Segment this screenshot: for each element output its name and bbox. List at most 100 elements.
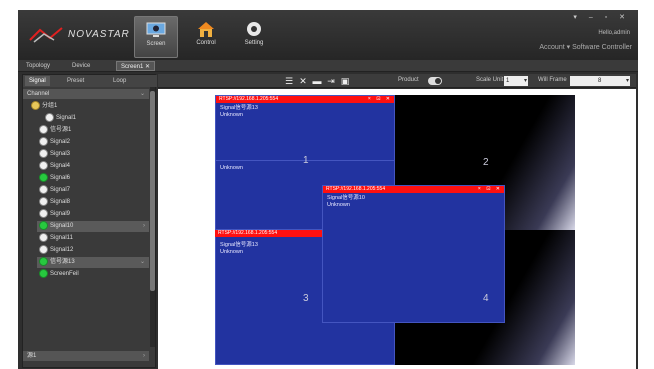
window-title: RTSP://192.168.1.205:554 (219, 96, 279, 102)
list-item[interactable]: 信号源1 (39, 125, 71, 136)
list-item-label: Signal12 (50, 247, 74, 254)
lock-icon[interactable]: ▬ (312, 76, 322, 86)
folder-icon (31, 101, 40, 110)
window-title: RTSP://192.168.1.205:554 (218, 230, 278, 236)
subgroup-label: 分组1 (42, 103, 58, 110)
frame-select[interactable]: 8 ▾ (570, 76, 630, 86)
window-title-bar[interactable]: RTSP://192.168.1.205:554 × ⊡ ✕ (216, 96, 394, 103)
list-item-label: Signal3 (50, 151, 71, 158)
window-info: Signal信号源13 Unknown (216, 103, 394, 121)
tab-close-icon[interactable]: ✕ (145, 64, 150, 70)
chevron-right-icon: › (143, 223, 145, 229)
app-window: NOVASTAR Screen Control Setting ▾ – ▫ ✕ … (18, 10, 638, 369)
nav-setting-button[interactable]: Setting (232, 16, 276, 58)
signal-window-2[interactable]: RTSP://192.168.1.205:554 × ⊡ ✕ Signal信号源… (322, 185, 505, 323)
list-item[interactable]: Signal11 (39, 233, 73, 244)
list-item-label: 信号源1 (50, 127, 72, 134)
scale-value: 1 (506, 78, 510, 84)
image-icon[interactable]: ▣ (340, 76, 350, 86)
list-item-selected[interactable]: 信号源13 ⌄ (37, 257, 149, 268)
source-group-label: 源1 (27, 353, 37, 359)
scrollbar-thumb[interactable] (150, 91, 155, 291)
list-item-label: Signal2 (50, 139, 71, 146)
tab-topology[interactable]: Topology (22, 61, 54, 71)
app-title[interactable]: Account ▾ Software Controller (539, 43, 632, 51)
list-item[interactable]: Signal2 (39, 137, 70, 148)
list-item[interactable]: Signal12 (39, 245, 73, 256)
window-signal-name: Signal信号源13 (220, 105, 258, 111)
chevron-down-icon[interactable]: ⌄ (140, 89, 145, 99)
window-controls[interactable]: × ⊡ ✕ (478, 186, 502, 193)
user-greeting: Hello,admin (598, 30, 630, 36)
tab-device[interactable]: Device (68, 61, 94, 71)
list-item[interactable]: Signal6 (39, 173, 70, 184)
list-item[interactable]: Signal3 (39, 149, 70, 160)
menu-icon[interactable]: ☰ (284, 76, 294, 86)
chevron-right-icon[interactable]: › (143, 351, 145, 361)
window-controls[interactable]: ▾ – ▫ ✕ (573, 13, 630, 21)
subtab-loop[interactable]: Loop (109, 76, 130, 86)
frame-label: Will Frame (538, 77, 567, 83)
gear-icon (247, 22, 261, 36)
list-item-label: ScreenFeil (50, 271, 79, 278)
quad-label-2: 2 (483, 157, 489, 168)
source-group-header[interactable]: 源1 › (23, 351, 149, 361)
list-item-label: Signal10 (50, 223, 74, 230)
monitor-icon (146, 22, 166, 37)
signal-icon (39, 209, 48, 218)
nav-control-label: Control (196, 40, 216, 46)
signal-icon (39, 233, 48, 242)
signal-active-icon (39, 173, 48, 182)
screen-canvas[interactable]: RTSP://192.168.1.205:554 × ⊡ ✕ Signal信号源… (158, 89, 636, 369)
scale-select[interactable]: 1 ▾ (504, 76, 528, 86)
signal-icon (39, 125, 48, 134)
export-icon[interactable]: ⇥ (326, 76, 336, 86)
product-label: Product (398, 77, 419, 83)
chevron-down-icon: ⌄ (139, 259, 145, 265)
list-item[interactable]: Signal8 (39, 197, 70, 208)
list-item-selected[interactable]: Signal10 › (37, 221, 149, 232)
window-status: Unknown (220, 112, 243, 118)
signal-icon (45, 113, 54, 122)
product-toggle[interactable] (428, 77, 442, 85)
led-screen[interactable]: RTSP://192.168.1.205:554 × ⊡ ✕ Signal信号源… (215, 95, 575, 365)
home-icon (198, 22, 214, 37)
quad-label-1: 1 (303, 155, 309, 166)
list-item[interactable]: Signal9 (39, 209, 70, 220)
window-title-bar[interactable]: RTSP://192.168.1.205:554 (215, 230, 323, 237)
list-item[interactable]: ScreenFeil (39, 269, 79, 280)
list-item-label: Signal11 (50, 235, 73, 242)
list-item[interactable]: Signal1 (45, 113, 76, 124)
window-signal-name: Signal信号源10 (327, 195, 365, 201)
nav-control-button[interactable]: Control (184, 16, 228, 58)
chevron-down-icon: ▾ (625, 78, 629, 84)
signal-active-icon (39, 257, 48, 266)
close-icon[interactable]: ✕ (298, 76, 308, 86)
screen-toolbar: ☰ ✕ ▬ ⇥ ▣ Product Scale Unit 1 ▾ Will Fr… (158, 74, 636, 88)
signal-icon (39, 137, 48, 146)
frame-value: 8 (598, 78, 602, 84)
panel-scrollbar[interactable] (150, 87, 155, 347)
panel-subtabs: Signal Preset Loop (23, 75, 157, 87)
subtab-signal[interactable]: Signal (25, 76, 50, 86)
list-item-label: 信号源13 (50, 259, 75, 266)
logo-text: NOVASTAR (68, 29, 130, 40)
window-title: RTSP://192.168.1.205:554 (326, 186, 386, 192)
window-title-bar[interactable]: RTSP://192.168.1.205:554 × ⊡ ✕ (323, 186, 504, 193)
subgroup-item[interactable]: 分组1 (31, 101, 57, 112)
nav-setting-label: Setting (244, 40, 264, 46)
list-item[interactable]: Signal7 (39, 185, 70, 196)
signal-icon (39, 161, 48, 170)
tab-screen1[interactable]: Screen1 ✕ (116, 61, 156, 71)
window-controls[interactable]: × ⊡ ✕ (368, 96, 392, 103)
signal-icon (39, 245, 48, 254)
app-header: NOVASTAR Screen Control Setting ▾ – ▫ ✕ … (18, 10, 638, 60)
list-item[interactable]: Signal4 (39, 161, 70, 172)
subtab-preset[interactable]: Preset (63, 76, 88, 86)
quad-label-3: 3 (303, 293, 309, 304)
signal-panel: Signal Preset Loop Channel ⌄ 分组1 Signal1… (22, 74, 157, 368)
main-tab-bar: Topology Device Screen1 ✕ (18, 60, 638, 72)
channel-group-label: Channel (27, 91, 50, 97)
nav-screen-button[interactable]: Screen (134, 16, 178, 58)
channel-group-header[interactable]: Channel ⌄ (23, 89, 149, 99)
